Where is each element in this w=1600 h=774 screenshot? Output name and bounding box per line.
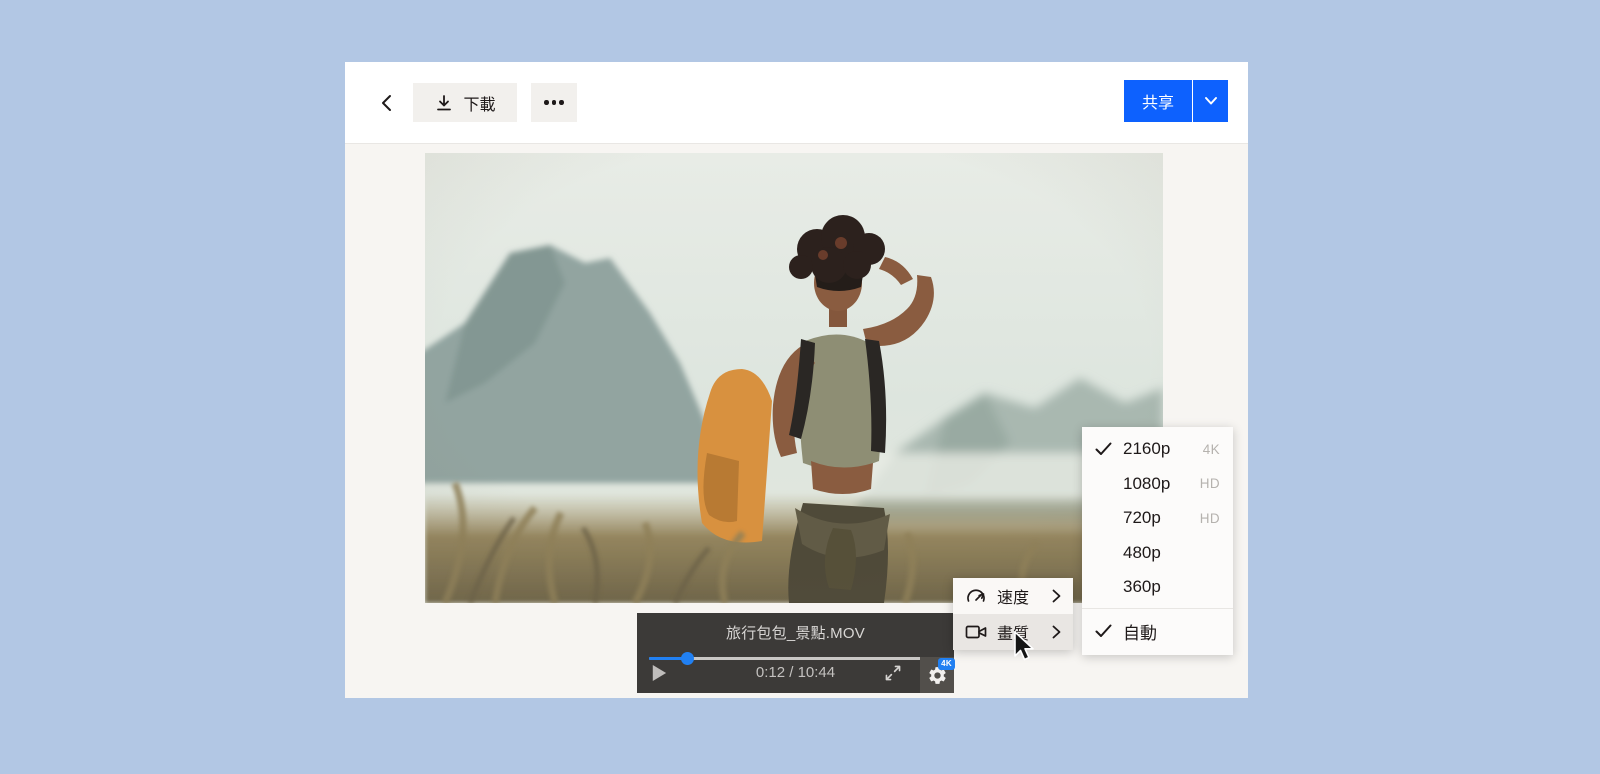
- toolbar: 下載 共享: [345, 62, 1248, 144]
- share-split-button: 共享: [1124, 80, 1228, 122]
- quality-option-1080p[interactable]: 1080p HD: [1082, 467, 1233, 502]
- download-button[interactable]: 下載: [413, 83, 517, 122]
- fullscreen-button[interactable]: [878, 659, 908, 687]
- quality-option-2160p[interactable]: 2160p 4K: [1082, 432, 1233, 467]
- video-still-image: [425, 153, 1163, 603]
- quality-submenu: 2160p 4K 1080p HD 720p HD 480p 360p: [1082, 427, 1233, 655]
- menu-item-speed[interactable]: 速度: [953, 578, 1073, 614]
- menu-item-speed-label: 速度: [997, 584, 1029, 608]
- ellipsis-icon: [544, 100, 564, 105]
- speedometer-icon: [965, 586, 987, 606]
- video-camera-icon: [965, 623, 987, 641]
- share-button[interactable]: 共享: [1124, 80, 1192, 122]
- fullscreen-icon: [884, 662, 902, 684]
- menu-item-quality[interactable]: 畫質: [953, 614, 1073, 650]
- check-icon: [1095, 442, 1123, 456]
- quality-option-360p[interactable]: 360p: [1082, 570, 1233, 605]
- menu-item-quality-label: 畫質: [997, 620, 1029, 644]
- settings-button[interactable]: 4K: [920, 657, 954, 693]
- quality-badge: 4K: [938, 658, 955, 670]
- resolution-badge: HD: [1200, 476, 1220, 491]
- more-options-button[interactable]: [531, 83, 577, 122]
- download-icon: [434, 93, 454, 113]
- video-player-controls: 旅行包包_景點.MOV 0:12 / 10:44 4K: [637, 613, 954, 693]
- resolution-badge: 4K: [1203, 442, 1220, 457]
- chevron-right-icon: [1052, 589, 1061, 603]
- check-icon: [1095, 624, 1123, 638]
- chevron-left-icon: [379, 94, 395, 112]
- resolution-badge: HD: [1200, 511, 1220, 526]
- video-frame[interactable]: [425, 153, 1163, 603]
- video-filename: 旅行包包_景點.MOV: [637, 622, 954, 643]
- download-label: 下載: [463, 91, 495, 115]
- quality-option-480p[interactable]: 480p: [1082, 536, 1233, 571]
- share-dropdown-button[interactable]: [1192, 80, 1228, 122]
- menu-divider: [1082, 608, 1233, 609]
- settings-menu: 速度 畫質: [953, 578, 1073, 650]
- chevron-down-icon: [1204, 96, 1218, 106]
- chevron-right-icon: [1052, 625, 1061, 639]
- page-background: 下載 共享: [0, 0, 1600, 774]
- quality-option-auto[interactable]: 自動: [1082, 612, 1233, 651]
- quality-option-720p[interactable]: 720p HD: [1082, 501, 1233, 536]
- back-button[interactable]: [367, 83, 407, 123]
